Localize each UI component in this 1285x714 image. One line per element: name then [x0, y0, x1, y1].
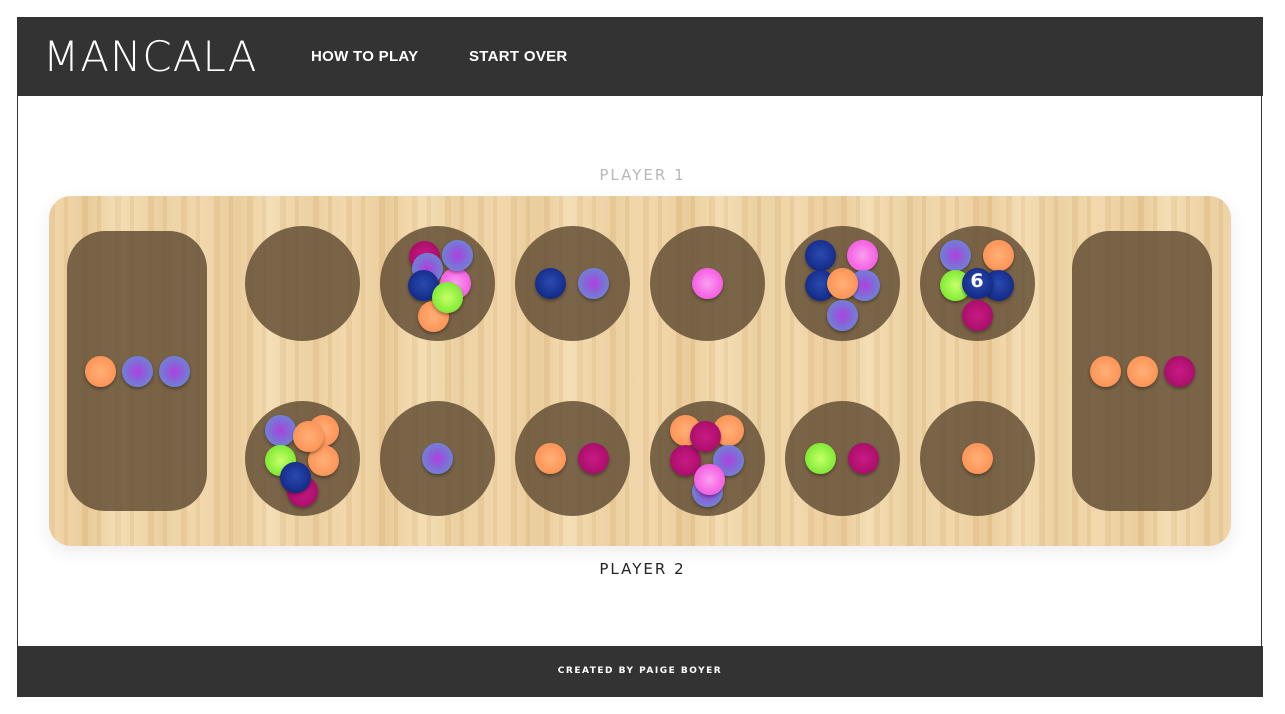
app-title: MANCALA: [43, 32, 258, 81]
stone-orange: [534, 442, 566, 474]
stone-blue-purple: [121, 355, 153, 387]
header-bar: MANCALA HOW TO PLAY START OVER: [17, 17, 1263, 96]
mancala-board: 6: [49, 196, 1231, 546]
pit-count-label: 6: [970, 270, 984, 292]
start-over-link[interactable]: START OVER: [469, 48, 568, 65]
stone-orange: [982, 239, 1014, 271]
stone-blue-purple: [158, 355, 190, 387]
stone-orange: [1089, 355, 1121, 387]
player-2-label: PLAYER 2: [599, 560, 686, 578]
stone-magenta: [847, 442, 879, 474]
stone-blue-purple: [826, 299, 858, 331]
how-to-play-link[interactable]: HOW TO PLAY: [311, 48, 418, 65]
stone-lime: [804, 442, 836, 474]
stone-magenta: [689, 420, 721, 452]
stone-navy: [534, 267, 566, 299]
stone-orange: [826, 267, 858, 299]
stone-magenta: [961, 299, 993, 331]
footer-bar: CREATED BY PAIGE BOYER: [17, 646, 1263, 697]
pit-top-3[interactable]: [515, 226, 630, 341]
stone-orange: [84, 355, 116, 387]
stone-orange: [961, 442, 993, 474]
pit-bottom-5[interactable]: [785, 401, 900, 516]
stone-navy: [279, 461, 311, 493]
pit-top-1[interactable]: [245, 226, 360, 341]
stone-orange: [292, 420, 324, 452]
stone-blue-purple: [577, 267, 609, 299]
stone-magenta: [577, 442, 609, 474]
stone-blue-purple: [421, 442, 453, 474]
stone-navy: [804, 239, 836, 271]
stone-blue-purple: [939, 239, 971, 271]
player-1-label: PLAYER 1: [599, 166, 686, 184]
stone-pink: [846, 239, 878, 271]
stone-lime: [431, 281, 463, 313]
stone-blue-purple: [264, 414, 296, 446]
stone-orange: [1126, 355, 1158, 387]
stone-pink: [693, 463, 725, 495]
stone-magenta: [1163, 355, 1195, 387]
footer-credit: CREATED BY PAIGE BOYER: [557, 666, 723, 676]
stone-pink: [691, 267, 723, 299]
stone-blue-purple: [441, 239, 473, 271]
pit-bottom-3[interactable]: [515, 401, 630, 516]
